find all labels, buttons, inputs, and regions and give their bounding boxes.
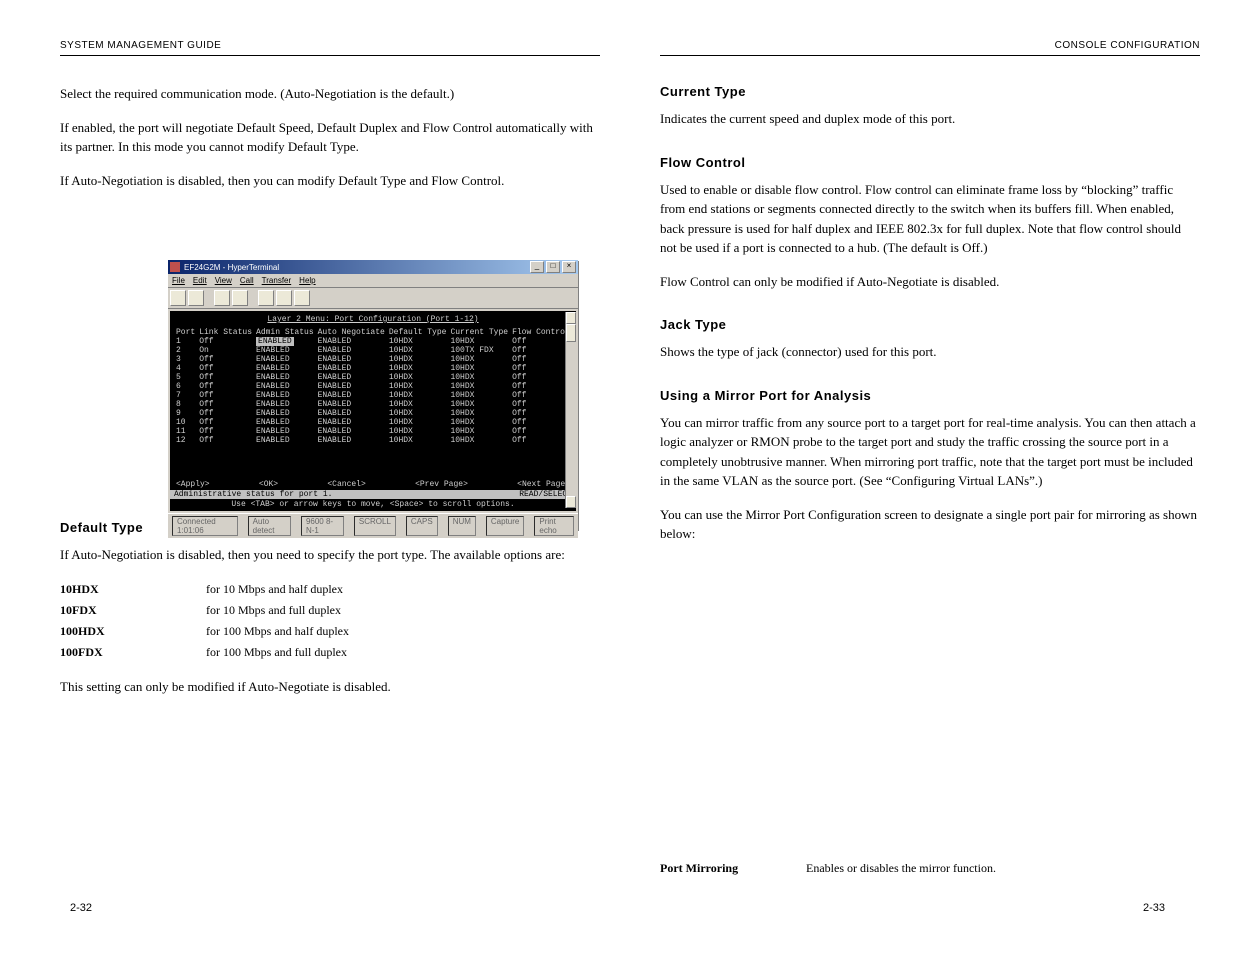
list-item: 10FDXfor 10 Mbps and full duplex (60, 600, 600, 621)
menu-view[interactable]: View (215, 276, 232, 285)
para: You can use the Mirror Port Configuratio… (660, 505, 1200, 544)
port-table: Port Link Status Admin Status Auto Negot… (176, 328, 576, 445)
toolbar (168, 288, 578, 309)
para: Select the required communication mode. … (60, 84, 600, 104)
disconnect-icon[interactable] (232, 290, 248, 306)
prev-page-action[interactable]: <Prev Page> (415, 480, 468, 489)
screen-title: Layer 2 Menu: Port Configuration (Port 1… (176, 315, 570, 324)
table-row: 8OffENABLEDENABLED10HDX10HDXOffRJ-45 (176, 400, 576, 409)
page-number-left: 2-32 (70, 902, 92, 914)
status-line: Administrative status for port 1. READ/S… (170, 490, 576, 499)
menu-call[interactable]: Call (240, 276, 254, 285)
send-icon[interactable] (258, 290, 274, 306)
table-row: 3OffENABLEDENABLED10HDX10HDXOffRJ-45 (176, 355, 576, 364)
scrollbar[interactable] (565, 312, 576, 508)
hyperterminal-window: EF24G2M - HyperTerminal _ □ × File Edit … (168, 260, 578, 530)
close-button[interactable]: × (562, 261, 576, 273)
table-row: 9OffENABLEDENABLED10HDX10HDXOffRJ-45 (176, 409, 576, 418)
connect-icon[interactable] (214, 290, 230, 306)
window-title: EF24G2M - HyperTerminal (184, 263, 528, 272)
menu-help[interactable]: Help (299, 276, 315, 285)
note: This setting can only be modified if Aut… (60, 677, 600, 697)
table-row: 12OffENABLEDENABLED10HDX10HDXOffRJ-45 (176, 436, 576, 445)
table-row: 1OffENABLEDENABLED10HDX10HDXOffRJ-45 (176, 337, 576, 346)
table-row: 11OffENABLEDENABLED10HDX10HDXOffRJ-45 (176, 427, 576, 436)
table-row: 5OffENABLEDENABLED10HDX10HDXOffRJ-45 (176, 373, 576, 382)
list-item: 100HDXfor 100 Mbps and half duplex (60, 621, 600, 642)
apply-action[interactable]: <Apply> (176, 480, 210, 489)
table-row: 2OnENABLEDENABLED10HDX100TX FDXOffRJ-45 (176, 346, 576, 355)
scroll-up-icon[interactable] (566, 312, 576, 324)
right-column: CONSOLE CONFIGURATION Current Type Indic… (660, 40, 1200, 879)
table-row: 6OffENABLEDENABLED10HDX10HDXOffRJ-45 (176, 382, 576, 391)
heading: Jack Type (660, 317, 1200, 332)
table-row: 10OffENABLEDENABLED10HDX10HDXOffRJ-45 (176, 418, 576, 427)
para: Flow Control can only be modified if Aut… (660, 272, 1200, 292)
scroll-thumb[interactable] (566, 324, 576, 342)
page-number-right: 2-33 (1143, 902, 1165, 914)
para: If enabled, the port will negotiate Defa… (60, 118, 600, 157)
new-icon[interactable] (170, 290, 186, 306)
list-item: 100FDXfor 100 Mbps and full duplex (60, 642, 600, 663)
left-column: SYSTEM MANAGEMENT GUIDE Select the requi… (60, 40, 600, 710)
properties-icon[interactable] (294, 290, 310, 306)
menu-edit[interactable]: Edit (193, 276, 207, 285)
para: If Auto-Negotiation is disabled, then yo… (60, 545, 600, 565)
menu-transfer[interactable]: Transfer (262, 276, 292, 285)
titlebar: EF24G2M - HyperTerminal _ □ × (168, 260, 578, 274)
para: Used to enable or disable flow control. … (660, 180, 1200, 258)
list-item: 10HDXfor 10 Mbps and half duplex (60, 579, 600, 600)
running-head-right: CONSOLE CONFIGURATION (660, 40, 1200, 56)
open-icon[interactable] (188, 290, 204, 306)
cancel-action[interactable]: <Cancel> (327, 480, 365, 489)
para: You can mirror traffic from any source p… (660, 413, 1200, 491)
table-row: 7OffENABLEDENABLED10HDX10HDXOffRJ-45 (176, 391, 576, 400)
minimize-button[interactable]: _ (530, 261, 544, 273)
menubar: File Edit View Call Transfer Help (168, 274, 578, 288)
running-head-left: SYSTEM MANAGEMENT GUIDE (60, 40, 600, 56)
action-row: <Apply> <OK> <Cancel> <Prev Page> <Next … (176, 480, 570, 489)
para: Indicates the current speed and duplex m… (660, 109, 1200, 129)
default-type-table: 10HDXfor 10 Mbps and half duplex10FDXfor… (60, 579, 600, 663)
heading: Flow Control (660, 155, 1200, 170)
terminal-area[interactable]: Layer 2 Menu: Port Configuration (Port 1… (170, 311, 576, 511)
next-page-action[interactable]: <Next Page> (517, 480, 570, 489)
table-row: 4OffENABLEDENABLED10HDX10HDXOffRJ-45 (176, 364, 576, 373)
scroll-down-icon[interactable] (566, 496, 576, 508)
list-item: Port MirroringEnables or disables the mi… (660, 858, 1200, 879)
mirror-field-table: Port MirroringEnables or disables the mi… (660, 858, 1200, 879)
receive-icon[interactable] (276, 290, 292, 306)
para: If Auto-Negotiation is disabled, then yo… (60, 171, 600, 191)
maximize-button[interactable]: □ (546, 261, 560, 273)
hint-line: Use <TAB> or arrow keys to move, <Space>… (176, 500, 570, 509)
menu-file[interactable]: File (172, 276, 185, 285)
heading: Current Type (660, 84, 1200, 99)
statusbar: Connected 1:01:06 Auto detect 9600 8-N-1… (168, 513, 578, 538)
app-icon (170, 262, 180, 272)
heading: Using a Mirror Port for Analysis (660, 388, 1200, 403)
ok-action[interactable]: <OK> (259, 480, 278, 489)
para: Shows the type of jack (connector) used … (660, 342, 1200, 362)
